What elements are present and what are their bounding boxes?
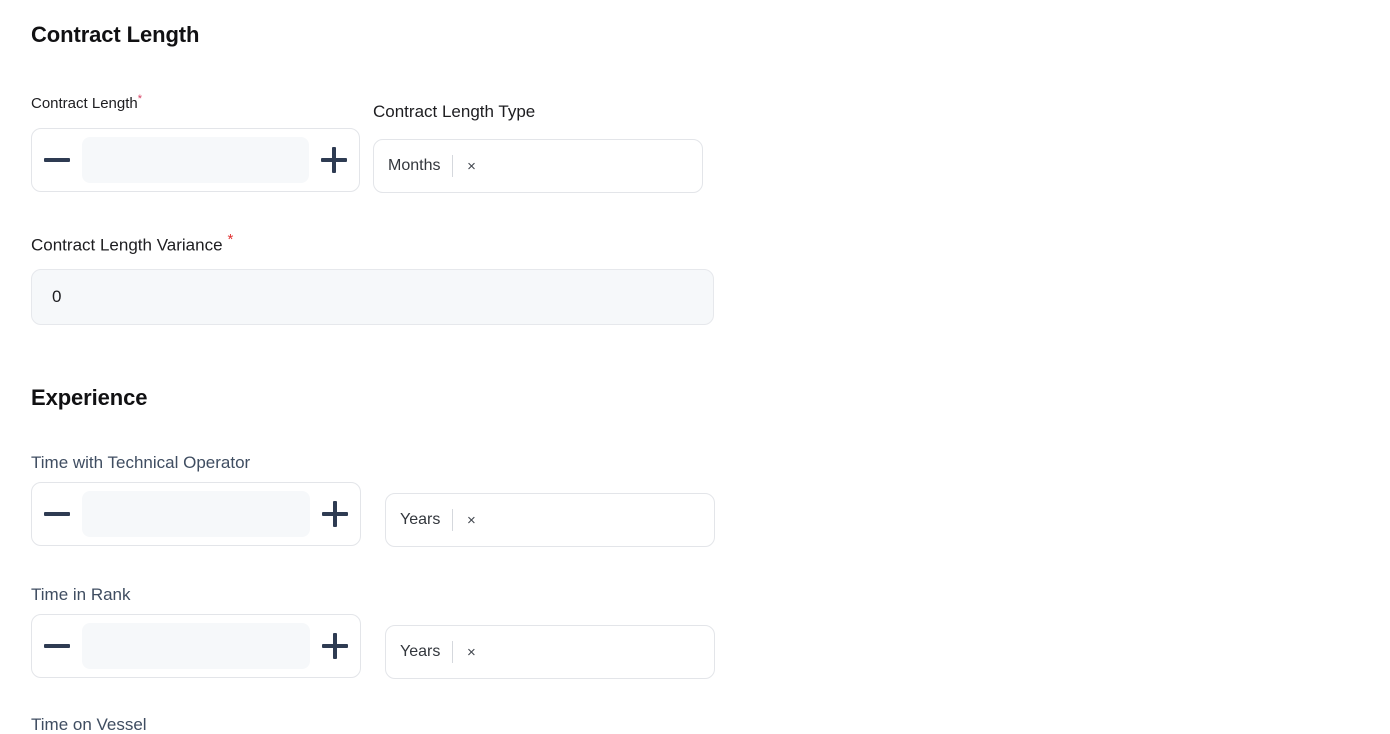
label-time-on-vessel: Time on Vessel: [31, 715, 147, 734]
time-with-technical-operator-increment-button[interactable]: [310, 483, 360, 545]
tag-divider: [452, 641, 454, 663]
label-time-in-rank: Time in Rank: [31, 585, 131, 604]
section-heading-contract-length: Contract Length: [31, 22, 200, 47]
time-in-rank-unit-select[interactable]: Years ×: [385, 625, 715, 679]
time-with-technical-operator-stepper: [31, 482, 361, 546]
contract-length-type-remove-button[interactable]: ×: [459, 155, 483, 177]
tag-divider: [452, 509, 454, 531]
time-in-rank-unit-label: Years: [400, 643, 441, 660]
form-page: Contract Length Contract Length* Contrac…: [0, 0, 1390, 733]
contract-length-type-select[interactable]: Months ×: [373, 139, 703, 193]
required-asterisk-contract-length-variance: *: [227, 231, 234, 248]
contract-length-increment-button[interactable]: [309, 129, 359, 191]
tag-divider: [452, 155, 454, 177]
label-contract-length: Contract Length*: [31, 93, 143, 112]
contract-length-stepper: [31, 128, 360, 192]
plus-icon: [321, 147, 347, 173]
contract-length-type-tag-label: Months: [388, 157, 441, 174]
minus-icon: [44, 512, 70, 516]
time-in-rank-input[interactable]: [82, 623, 310, 669]
section-heading-experience: Experience: [31, 385, 148, 410]
time-in-rank-stepper: [31, 614, 361, 678]
time-in-rank-decrement-button[interactable]: [32, 615, 82, 677]
contract-length-input[interactable]: [82, 137, 309, 183]
label-contract-length-variance: Contract Length Variance *: [31, 232, 233, 254]
time-with-technical-operator-unit-tag: Years ×: [400, 509, 483, 531]
label-time-with-technical-operator: Time with Technical Operator: [31, 453, 251, 472]
plus-icon: [322, 501, 348, 527]
time-with-technical-operator-unit-select[interactable]: Years ×: [385, 493, 715, 547]
time-with-technical-operator-input[interactable]: [82, 491, 310, 537]
time-in-rank-unit-remove-button[interactable]: ×: [459, 641, 483, 663]
required-asterisk-contract-length: *: [137, 93, 143, 105]
minus-icon: [44, 644, 70, 648]
time-with-technical-operator-unit-remove-button[interactable]: ×: [459, 509, 483, 531]
contract-length-type-tag: Months ×: [388, 155, 483, 177]
label-contract-length-variance-text: Contract Length Variance: [31, 235, 223, 255]
plus-icon: [322, 633, 348, 659]
contract-length-decrement-button[interactable]: [32, 129, 82, 191]
time-in-rank-increment-button[interactable]: [310, 615, 360, 677]
label-contract-length-text: Contract Length: [31, 95, 138, 112]
time-in-rank-unit-tag: Years ×: [400, 641, 483, 663]
minus-icon: [44, 158, 70, 162]
time-with-technical-operator-decrement-button[interactable]: [32, 483, 82, 545]
label-contract-length-type: Contract Length Type: [373, 102, 536, 121]
time-with-technical-operator-unit-label: Years: [400, 511, 441, 528]
contract-length-variance-input[interactable]: [31, 269, 714, 325]
